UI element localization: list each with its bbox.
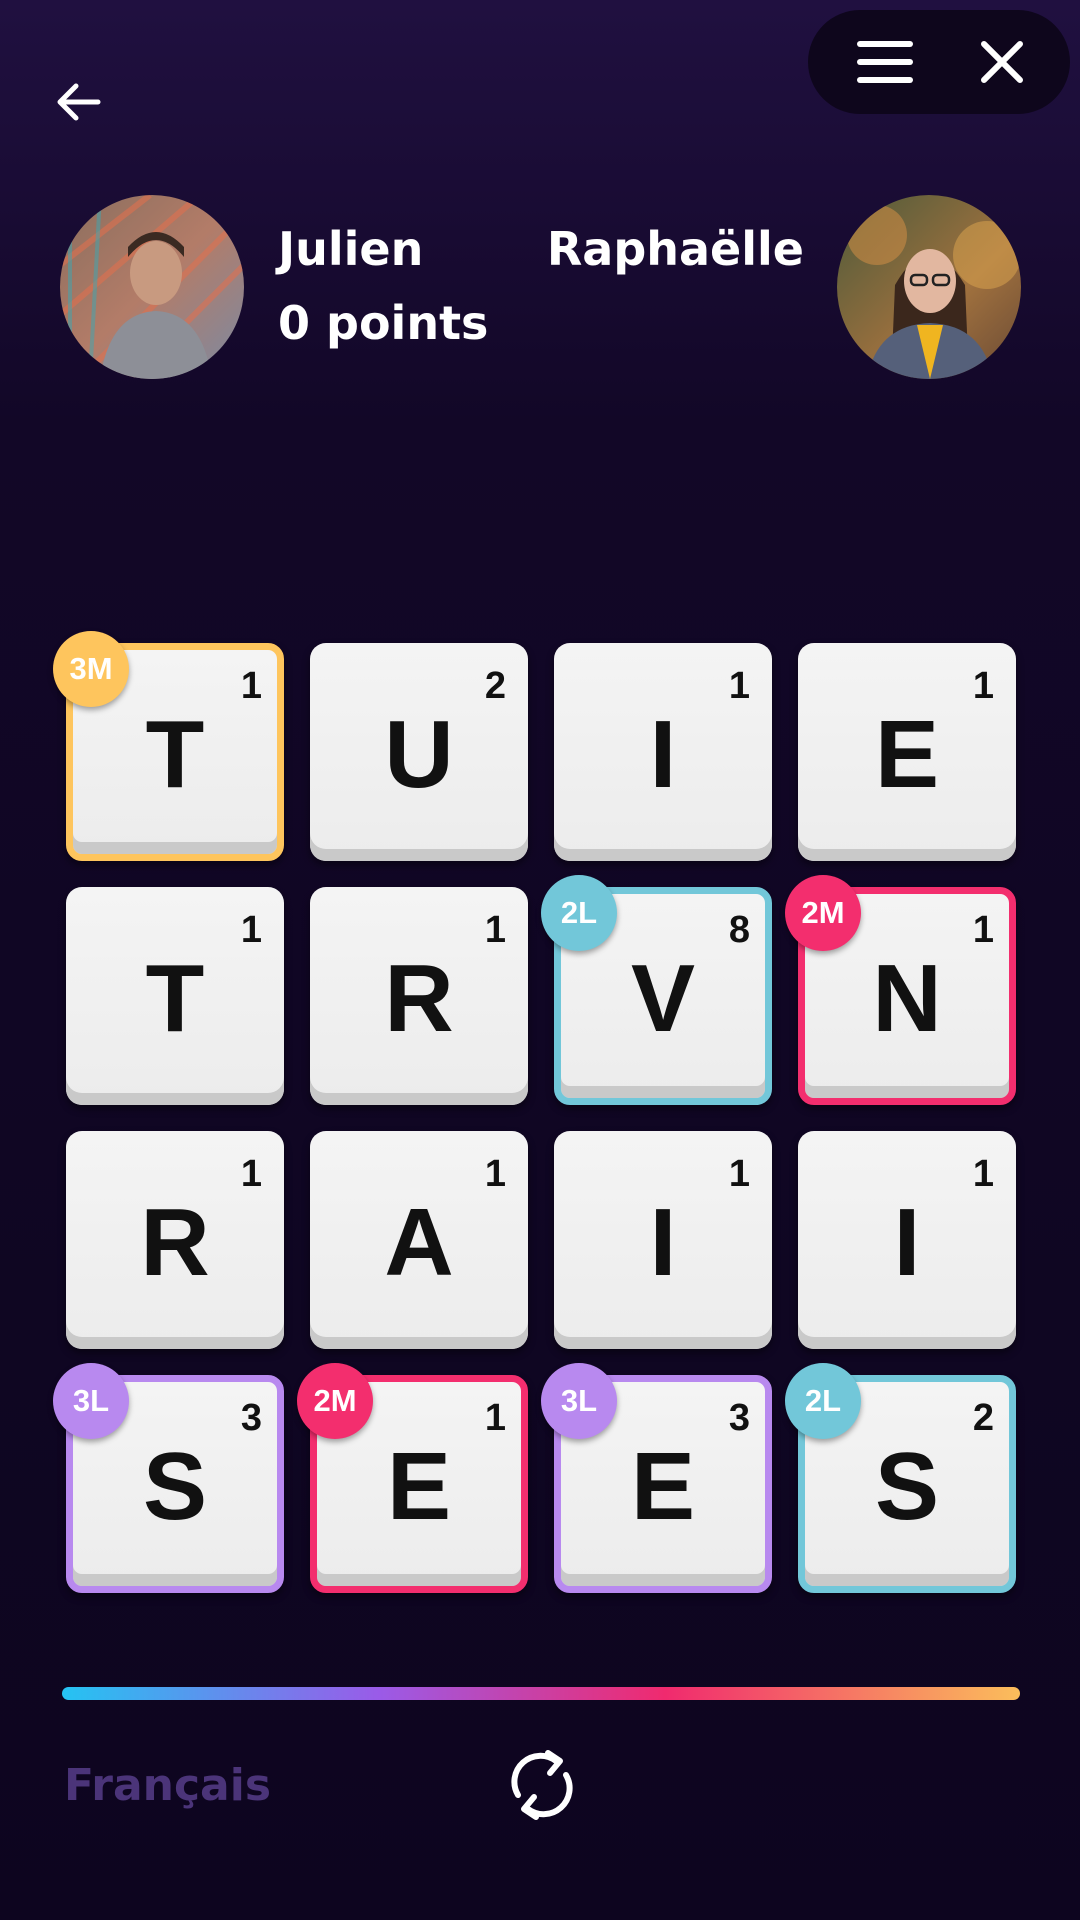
tile-value: 1: [972, 1153, 994, 1195]
tile-value: 1: [240, 909, 262, 951]
tile-value: 3: [728, 1397, 750, 1439]
tile-value: 1: [972, 665, 994, 707]
menu-button[interactable]: [850, 32, 920, 92]
tile-letter: V: [630, 945, 696, 1052]
tile-letter: E: [630, 1433, 696, 1540]
tile-letter: S: [874, 1433, 940, 1540]
tile-letter: E: [874, 701, 940, 808]
letter-tile[interactable]: 2U: [310, 643, 528, 861]
shuffle-button[interactable]: [504, 1745, 580, 1825]
language-label[interactable]: Français: [64, 1760, 271, 1811]
bonus-badge: 2M: [785, 875, 861, 951]
tile-letter: N: [872, 945, 942, 1052]
tile-letter: I: [649, 701, 677, 808]
tile-letter: T: [145, 701, 205, 808]
tile-letter: I: [649, 1189, 677, 1296]
tile-value: 2: [972, 1397, 994, 1439]
letter-tile[interactable]: 1I: [554, 1131, 772, 1349]
player-1-points: 0 points: [278, 296, 489, 350]
tile-value: 1: [240, 665, 262, 707]
tile-letter: A: [384, 1189, 454, 1296]
tile-value: 2: [484, 665, 506, 707]
close-icon: [981, 41, 1023, 83]
tile-letter: S: [142, 1433, 208, 1540]
bonus-badge: 2M: [297, 1363, 373, 1439]
player-2-name: Raphaëlle: [546, 222, 804, 276]
letter-tile[interactable]: 1E: [798, 643, 1016, 861]
letter-tile[interactable]: 1A: [310, 1131, 528, 1349]
tile-value: 1: [240, 1153, 262, 1195]
tile-value: 1: [728, 1153, 750, 1195]
tile-value: 3: [240, 1397, 262, 1439]
letter-tile[interactable]: 1I: [798, 1131, 1016, 1349]
player-1-name: Julien: [278, 222, 424, 276]
timer-progress-bar: [62, 1687, 1020, 1700]
close-button[interactable]: [972, 32, 1032, 92]
arrow-left-icon: [57, 83, 101, 121]
letter-tile[interactable]: 1I: [554, 643, 772, 861]
letter-tile[interactable]: 1R: [310, 887, 528, 1105]
tile-value: 1: [484, 909, 506, 951]
tile-letter: E: [386, 1433, 452, 1540]
bonus-badge: 2L: [541, 875, 617, 951]
top-controls: [808, 10, 1070, 114]
bonus-badge: 3L: [541, 1363, 617, 1439]
tile-value: 1: [728, 665, 750, 707]
hamburger-menu-icon: [857, 41, 913, 83]
player-1-avatar: [60, 195, 244, 379]
bonus-badge: 2L: [785, 1363, 861, 1439]
back-button[interactable]: [48, 76, 108, 128]
tile-value: 1: [484, 1153, 506, 1195]
bonus-badge: 3M: [53, 631, 129, 707]
tile-value: 1: [972, 909, 994, 951]
letter-tile[interactable]: 1T: [66, 887, 284, 1105]
bonus-badge: 3L: [53, 1363, 129, 1439]
letter-tile[interactable]: 1R: [66, 1131, 284, 1349]
tile-value: 1: [484, 1397, 506, 1439]
tile-letter: T: [145, 945, 205, 1052]
player-2-avatar: [837, 195, 1021, 379]
tile-value: 8: [728, 909, 750, 951]
tile-letter: I: [893, 1189, 921, 1296]
game-screen: Julien 0 points Raphaëlle 1 T 3M 2 U 1 I 1 E 1 T 1 R…: [0, 0, 1080, 1920]
shuffle-icon: [511, 1750, 573, 1820]
tile-letter: R: [384, 945, 454, 1052]
tile-letter: R: [140, 1189, 210, 1296]
tile-letter: U: [384, 701, 454, 808]
